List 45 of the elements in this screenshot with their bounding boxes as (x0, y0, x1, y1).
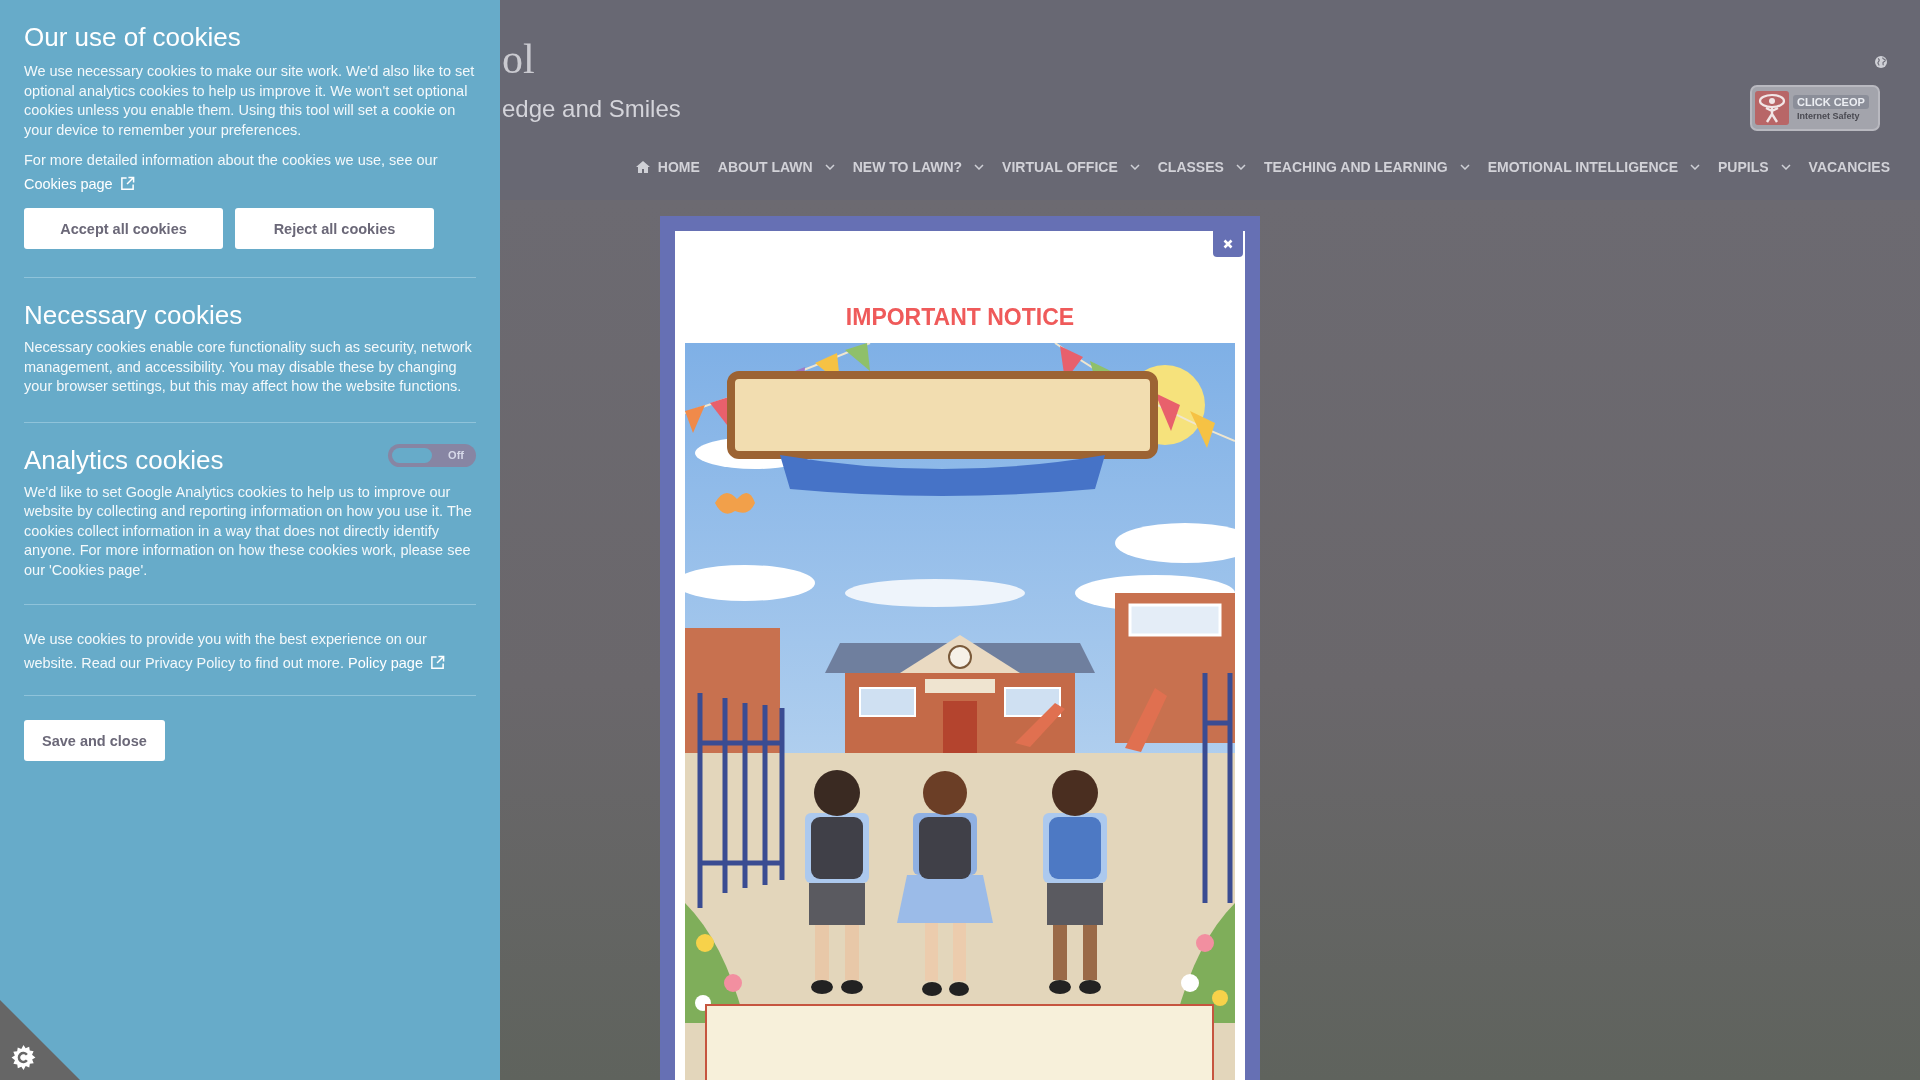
close-icon (1223, 239, 1233, 249)
chevron-down-icon (1780, 164, 1791, 170)
section-heading: Necessary cookies (24, 299, 243, 332)
close-button[interactable] (1213, 231, 1243, 257)
site-tagline: edge and Smiles (502, 96, 681, 122)
settings-icon (11, 1045, 36, 1070)
nav-link[interactable]: VIRTUAL OFFICE (1002, 159, 1140, 175)
cookies-page-link[interactable]: Cookies page (24, 172, 135, 196)
external-link-icon (119, 176, 135, 191)
globe-icon[interactable] (1875, 56, 1887, 68)
ceop-badge-title: CLICK CEOP (1793, 95, 1869, 109)
nav-link[interactable]: HOME (635, 159, 700, 175)
policy-page-link[interactable]: Policy page (348, 651, 445, 675)
ceop-badge[interactable]: CLICK CEOP Internet Safety (1750, 85, 1880, 131)
nav-link[interactable]: ABOUT LAWN (717, 159, 835, 175)
chevron-down-icon (1459, 164, 1470, 170)
reject-cookies-button[interactable]: Reject all cookies (235, 208, 434, 249)
nav-link[interactable]: CLASSES (1157, 159, 1246, 175)
analytics-toggle[interactable]: Off (388, 443, 476, 467)
cookie-panel-title: Our use of cookies (24, 21, 242, 54)
chevron-down-icon (1129, 164, 1140, 170)
home-icon (635, 161, 650, 173)
accept-cookies-button[interactable]: Accept all cookies (24, 208, 223, 249)
chevron-down-icon (974, 164, 985, 170)
eye-figure-icon (1755, 91, 1789, 125)
nav-link[interactable]: NEW TO LAWN? (852, 159, 985, 175)
section-heading: Analytics cookies (24, 443, 224, 477)
nav-link[interactable]: TEACHING AND LEARNING (1263, 159, 1470, 175)
ceop-badge-subtitle: Internet Safety (1796, 111, 1861, 121)
chevron-down-icon (1690, 164, 1700, 170)
site-title: ol (502, 38, 536, 80)
chevron-down-icon (1235, 164, 1246, 170)
nav-link[interactable]: EMOTIONAL INTELLIGENCE (1487, 159, 1700, 175)
section-text: Necessary cookies enable core functionality such as security, network management, and accessibility. You may disable these by changing your browser settings, but this may affect how the website functions. (24, 338, 473, 396)
save-and-close-button[interactable]: Save and close (24, 720, 165, 761)
toggle-knob (392, 447, 432, 463)
cookie-info-text: For more detailed information about the cookies we use, see our Cookies page (24, 148, 476, 196)
external-link-icon (429, 655, 445, 670)
notice-title: IMPORTANT NOTICE (844, 303, 1076, 331)
nav-link[interactable]: VACANCIES (1808, 159, 1890, 175)
privacy-text: We use cookies to provide you with the best experience on our website. Read our Privacy Policy to find out more. Policy page (24, 627, 476, 675)
chevron-down-icon (824, 164, 835, 170)
nav-link[interactable]: PUPILS (1718, 159, 1791, 175)
section-text: We'd like to set Google Analytics cookies to help us to improve our website by collecting and reporting information on how you use it. The cookies collect information in a way that does not directly identify anyone. For more information on how these cookies work, please see our 'Cookies page'. (24, 482, 473, 580)
cookie-intro-text: We use necessary cookies to make our site work. We'd also like to set optional analytics cookies to help us improve it. We won't set optional cookies unless you enable them. Using this tool will set a cookie on your device to remember your preferences. (24, 62, 476, 140)
